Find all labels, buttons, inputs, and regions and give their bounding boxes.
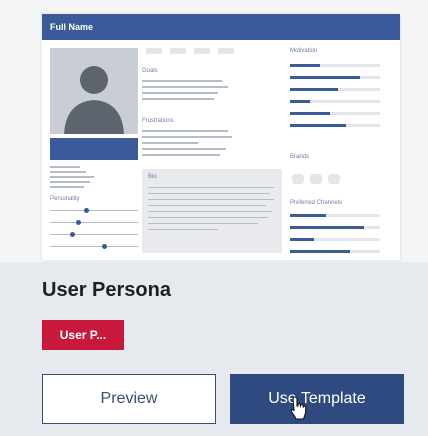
bio-line xyxy=(148,211,272,212)
goal-line xyxy=(142,80,222,82)
info-line xyxy=(50,186,84,188)
thumbnail-header: Full Name xyxy=(42,14,400,40)
frustration-line xyxy=(142,148,226,150)
brand-logo xyxy=(310,174,322,184)
goal-line xyxy=(142,98,214,100)
motivation-bar xyxy=(290,124,346,127)
preferred-channels-heading: Preferred Channels xyxy=(290,200,343,206)
frustration-line xyxy=(142,154,220,156)
channel-bar xyxy=(290,238,314,241)
slider-dot xyxy=(76,220,81,225)
bio-line xyxy=(148,199,274,200)
info-line xyxy=(50,166,80,168)
hand-cursor-icon xyxy=(290,396,307,420)
frustration-line xyxy=(142,130,228,132)
channel-bar xyxy=(290,250,350,253)
info-line xyxy=(50,171,86,173)
brand-logo xyxy=(328,174,340,184)
bio-heading: Bio xyxy=(148,174,157,180)
bio-line xyxy=(148,223,258,224)
frustration-line xyxy=(142,142,198,144)
channel-bar xyxy=(290,226,364,229)
preview-button[interactable]: Preview xyxy=(42,374,216,424)
motivation-bar xyxy=(290,112,330,115)
goal-line xyxy=(142,92,218,94)
motivation-bar xyxy=(290,76,360,79)
channel-bar xyxy=(290,214,326,217)
info-line xyxy=(50,181,90,183)
slider-dot xyxy=(84,208,89,213)
template-thumbnail[interactable]: Full Name Personality Goals Frustrations… xyxy=(42,14,400,260)
personality-slider xyxy=(50,222,138,223)
frustration-line xyxy=(142,136,232,138)
persona-quote-box xyxy=(50,138,138,160)
personality-heading: Personality xyxy=(50,196,80,202)
motivation-bar xyxy=(290,88,338,91)
tag-chip xyxy=(218,48,234,54)
frustrations-heading: Frustrations xyxy=(142,118,174,124)
template-preview-area[interactable]: Full Name Personality Goals Frustrations… xyxy=(0,0,428,262)
bio-box: Bio xyxy=(142,169,282,253)
motivation-bar xyxy=(290,64,320,67)
personality-slider xyxy=(50,246,138,247)
info-line xyxy=(50,176,94,178)
tag-chip xyxy=(146,48,162,54)
brand-logo xyxy=(292,174,304,184)
use-template-button[interactable]: Use Template xyxy=(230,374,404,424)
persona-avatar-placeholder xyxy=(50,48,138,134)
bio-line xyxy=(148,193,270,194)
tag-chip xyxy=(194,48,210,54)
motivation-heading: Motivation xyxy=(290,48,318,54)
bio-line xyxy=(148,217,268,218)
bio-line xyxy=(148,205,266,206)
bio-line xyxy=(148,229,218,230)
goal-line xyxy=(142,86,228,88)
bio-line xyxy=(148,187,274,188)
goals-heading: Goals xyxy=(142,68,158,74)
template-badge: User P... xyxy=(42,320,124,350)
personality-slider xyxy=(50,234,138,235)
slider-dot xyxy=(102,244,107,249)
personality-slider xyxy=(50,210,138,211)
template-title: User Persona xyxy=(42,279,171,301)
slider-dot xyxy=(70,232,75,237)
tag-chip xyxy=(170,48,186,54)
motivation-bar xyxy=(290,100,310,103)
brands-heading: Brands xyxy=(290,154,310,160)
